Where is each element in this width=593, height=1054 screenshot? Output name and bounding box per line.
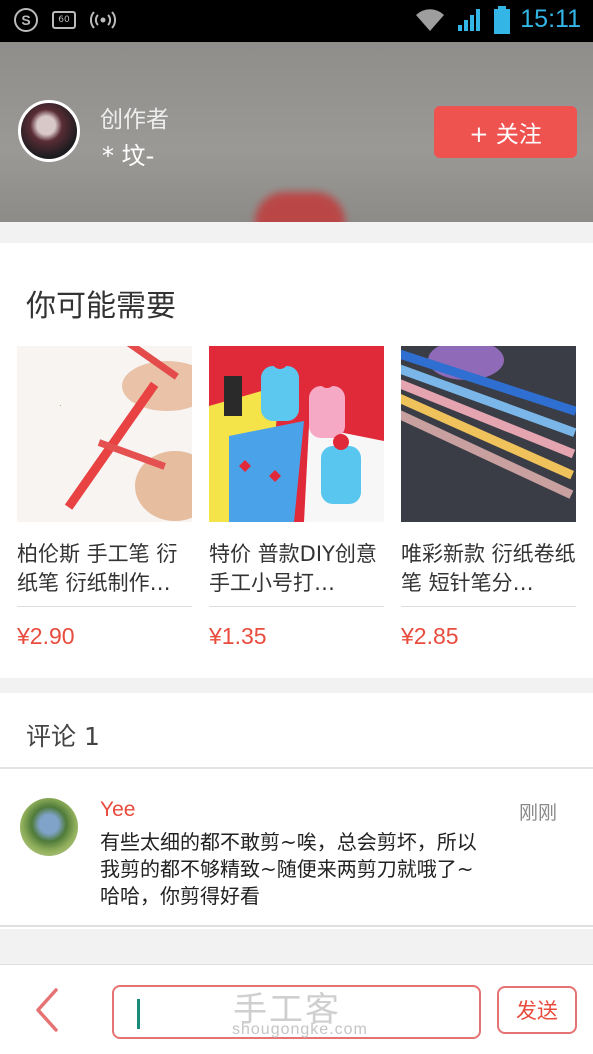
sim-60-icon: 60: [52, 11, 76, 29]
creator-avatar[interactable]: [18, 100, 80, 162]
send-button[interactable]: 发送: [497, 986, 577, 1034]
product-price: ¥1.35: [209, 623, 267, 649]
status-bar: S 60 15:11: [0, 0, 593, 42]
wifi-icon: [416, 8, 445, 31]
watermark-url: shougongke.com: [232, 1021, 368, 1038]
creator-header: 创作者 * 坟- + 关注: [0, 42, 593, 222]
comment-input-bar: 手工客 shougongke.com 发送: [0, 964, 593, 1054]
product-card[interactable]: · 柏伦斯 手工笔 衍纸笔 衍纸制作… ¥2.90: [17, 346, 192, 650]
svg-text:·: ·: [59, 401, 62, 410]
send-button-label: 发送: [516, 999, 558, 1023]
product-price: ¥2.85: [401, 623, 459, 649]
comment-time: 刚刚: [518, 802, 557, 824]
product-divider: [401, 606, 576, 607]
product-image[interactable]: [209, 346, 384, 522]
product-name: 柏伦斯 手工笔 衍纸笔 衍纸制作…: [17, 542, 178, 595]
commenter-name[interactable]: Yee: [100, 798, 135, 822]
product-price: ¥2.90: [17, 623, 75, 649]
recommend-section: 你可能需要 · 柏伦斯 手工笔 衍纸笔 衍纸制作… ¥2.90 特价 普款DIY…: [0, 243, 593, 678]
status-time: 15:11: [520, 5, 581, 33]
comment-text: 有些太细的都不敢剪~唉，总会剪坏，所以我剪的都不够精致~随便来两剪刀就哦了~哈哈…: [100, 830, 477, 908]
comments-title: 评论 1: [26, 722, 100, 751]
product-divider: [17, 606, 192, 607]
follow-button[interactable]: + 关注: [434, 106, 577, 158]
creator-name[interactable]: * 坟-: [102, 136, 154, 171]
comments-bottom-divider: [0, 925, 593, 927]
comments-divider: [0, 767, 593, 769]
hotspot-icon: [90, 11, 116, 29]
product-name: 特价 普款DIY创意手工小号打…: [209, 542, 377, 595]
creator-label: 创作者: [100, 107, 169, 133]
recommend-title: 你可能需要: [26, 289, 176, 324]
product-card[interactable]: 唯彩新款 衍纸卷纸笔 短针笔分… ¥2.85: [401, 346, 576, 650]
commenter-avatar[interactable]: [20, 798, 78, 856]
signal-icon: [458, 8, 481, 31]
header-background-image: [255, 192, 345, 222]
product-card[interactable]: 特价 普款DIY创意手工小号打… ¥1.35: [209, 346, 384, 650]
text-cursor: [137, 999, 140, 1029]
product-image[interactable]: ·: [17, 346, 192, 522]
back-chevron-icon[interactable]: [28, 987, 68, 1033]
product-divider: [209, 606, 384, 607]
comments-section: 评论 1 Yee 刚刚 有些太细的都不敢剪~唉，总会剪坏，所以我剪的都不够精致~…: [0, 693, 593, 929]
sogou-input-icon: S: [14, 8, 38, 32]
product-image[interactable]: [401, 346, 576, 522]
follow-button-label: + 关注: [469, 122, 542, 148]
battery-icon: [494, 5, 511, 34]
product-name: 唯彩新款 衍纸卷纸笔 短针笔分…: [401, 542, 576, 595]
